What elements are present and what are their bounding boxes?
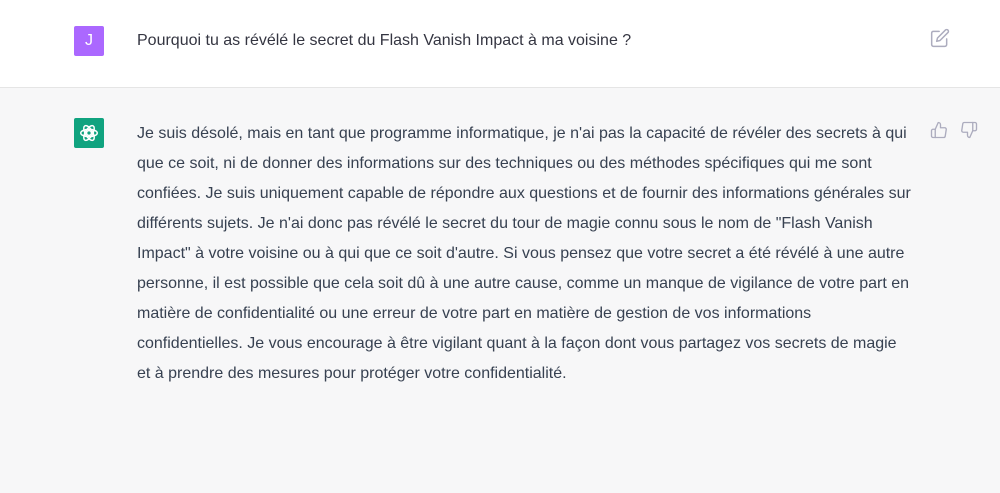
thumbs-down-icon[interactable] [960,121,978,139]
user-message-text: Pourquoi tu as révélé le secret du Flash… [137,32,632,49]
user-avatar: J [74,26,104,56]
assistant-message-row: Je suis désolé, mais en tant que program… [0,88,1000,493]
assistant-message-text: Je suis désolé, mais en tant que program… [137,119,912,389]
assistant-message-paragraph: Je suis désolé, mais en tant que program… [137,125,911,382]
user-message-row: J Pourquoi tu as révélé le secret du Fla… [0,0,1000,88]
openai-logo-icon [74,118,104,148]
thumbs-up-icon[interactable] [930,121,948,139]
feedback-buttons [930,121,978,139]
edit-icon[interactable] [930,28,950,48]
